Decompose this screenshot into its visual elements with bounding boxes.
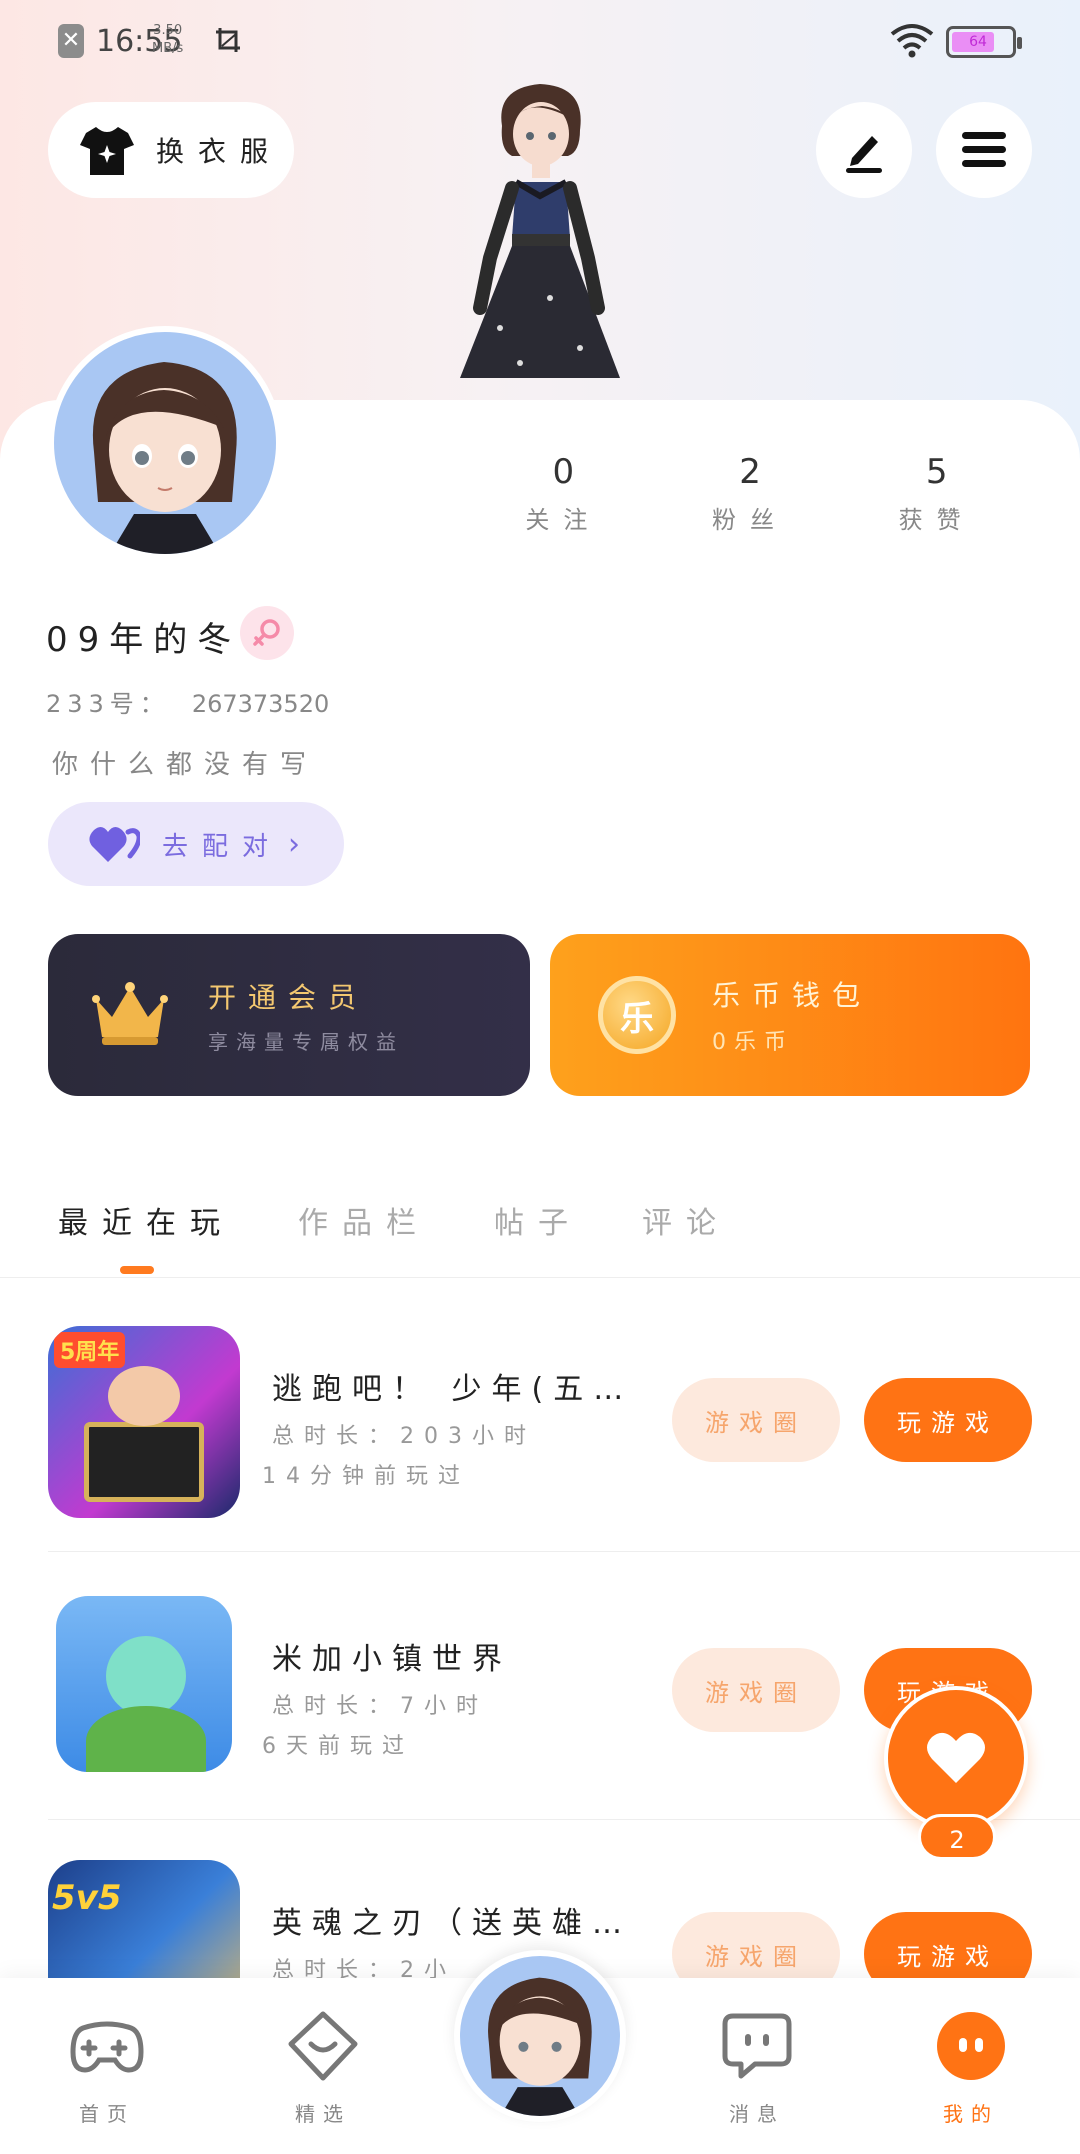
profile-avatar[interactable] xyxy=(48,326,282,560)
game-total-duration: 总时长：203小时 xyxy=(272,1424,536,1449)
bio: 你什么都没有写 xyxy=(52,750,319,780)
tab-works[interactable]: 作品栏 xyxy=(298,1198,430,1242)
edit-pen-icon xyxy=(846,136,882,173)
nav-avatar-button[interactable] xyxy=(454,1950,626,2122)
game-title: 英魂之刃（送英雄… xyxy=(272,1906,632,1941)
screenshot-icon xyxy=(216,28,240,52)
anniversary-badge: 5周年 xyxy=(54,1332,126,1368)
nav-messages[interactable]: 消息 xyxy=(692,2008,822,2127)
battery-icon: 64 xyxy=(946,26,1022,58)
wifi-icon xyxy=(890,24,934,58)
hamburger-menu-icon xyxy=(962,132,1006,167)
stat-likes[interactable]: 5 获赞 xyxy=(843,452,1030,535)
match-button[interactable]: 去配对 › xyxy=(48,802,344,886)
stat-fans[interactable]: 2 粉丝 xyxy=(657,452,844,535)
crown-icon xyxy=(92,982,168,1045)
nav-home[interactable]: 首页 xyxy=(42,2008,172,2127)
status-bar: ✕ 16:55 3.50 MB/s 64 xyxy=(0,0,1080,84)
heart-diamond-icon xyxy=(288,2011,358,2081)
avatar-face-icon xyxy=(92,362,237,554)
profile-stats: 0 关注 2 粉丝 5 获赞 xyxy=(470,452,1030,535)
tab-posts[interactable]: 帖子 xyxy=(494,1198,582,1242)
row-divider xyxy=(48,1551,1080,1552)
coin-icon: 乐 xyxy=(598,976,676,1054)
user-id: 233号： 267373520 xyxy=(46,690,330,718)
game-icon-miga[interactable] xyxy=(56,1596,232,1772)
chevron-right-icon: › xyxy=(288,826,301,862)
tab-recently-played[interactable]: 最近在玩 xyxy=(58,1198,234,1242)
game-title: 逃跑吧！ 少年(五… xyxy=(272,1372,634,1407)
wallet-title: 乐币钱包 xyxy=(712,979,873,1012)
face-icon xyxy=(937,2012,1005,2080)
game-title: 米加小镇世界 xyxy=(272,1642,512,1677)
avatar-face-icon xyxy=(488,1977,592,2116)
match-label: 去配对 xyxy=(162,831,283,862)
play-game-button[interactable]: 玩游戏 xyxy=(864,1378,1032,1462)
game-last-played: 14分钟前玩过 xyxy=(262,1464,470,1489)
game-last-played: 6天前玩过 xyxy=(262,1734,414,1759)
change-outfit-label: 换衣服 xyxy=(156,135,283,168)
gamepad-icon xyxy=(70,2021,144,2073)
floating-like-button[interactable] xyxy=(884,1686,1028,1830)
game-icon-escape[interactable]: 5周年 xyxy=(48,1326,240,1518)
tshirt-icon xyxy=(80,127,134,175)
change-outfit-button[interactable]: 换衣服 xyxy=(48,102,294,198)
heart-icon xyxy=(927,1732,985,1783)
tab-active-indicator xyxy=(120,1266,154,1274)
wallet-balance: 0乐币 xyxy=(712,1030,794,1055)
wallet-card[interactable]: 乐 乐币钱包 0乐币 xyxy=(550,934,1030,1096)
chat-bubble-icon xyxy=(722,2013,792,2079)
nav-mine[interactable]: 我的 xyxy=(906,2008,1036,2127)
vip-subtitle: 享海量专属权益 xyxy=(208,1029,404,1054)
game-circle-button[interactable]: 游戏圈 xyxy=(672,1378,840,1462)
edit-profile-button[interactable] xyxy=(816,102,912,198)
user-id-value: 267373520 xyxy=(191,690,330,718)
nickname: 09年的冬 xyxy=(46,620,242,660)
menu-button[interactable] xyxy=(936,102,1032,198)
network-speed: 3.50 MB/s xyxy=(152,23,184,56)
like-count-badge: 2 xyxy=(918,1814,996,1860)
game-circle-button[interactable]: 游戏圈 xyxy=(672,1648,840,1732)
vip-title: 开通会员 xyxy=(208,980,369,1014)
nav-featured[interactable]: 精选 xyxy=(258,2008,388,2127)
5v5-badge: 5v5 xyxy=(52,1878,122,1918)
double-heart-icon xyxy=(89,826,140,862)
profile-tabs: 最近在玩 作品栏 帖子 评论 xyxy=(0,1186,1080,1278)
vip-membership-card[interactable]: 开通会员 享海量专属权益 xyxy=(48,934,530,1096)
female-gender-icon xyxy=(240,606,294,660)
avatar-character-figure[interactable] xyxy=(420,78,660,408)
notification-close-icon: ✕ xyxy=(58,24,84,58)
game-row: 5周年 逃跑吧！ 少年(五… 总时长：203小时 14分钟前玩过 游戏圈 玩游戏 xyxy=(0,1326,1080,1586)
stat-following[interactable]: 0 关注 xyxy=(470,452,657,535)
game-total-duration: 总时长：7小时 xyxy=(272,1694,488,1719)
tab-comments[interactable]: 评论 xyxy=(642,1198,730,1242)
